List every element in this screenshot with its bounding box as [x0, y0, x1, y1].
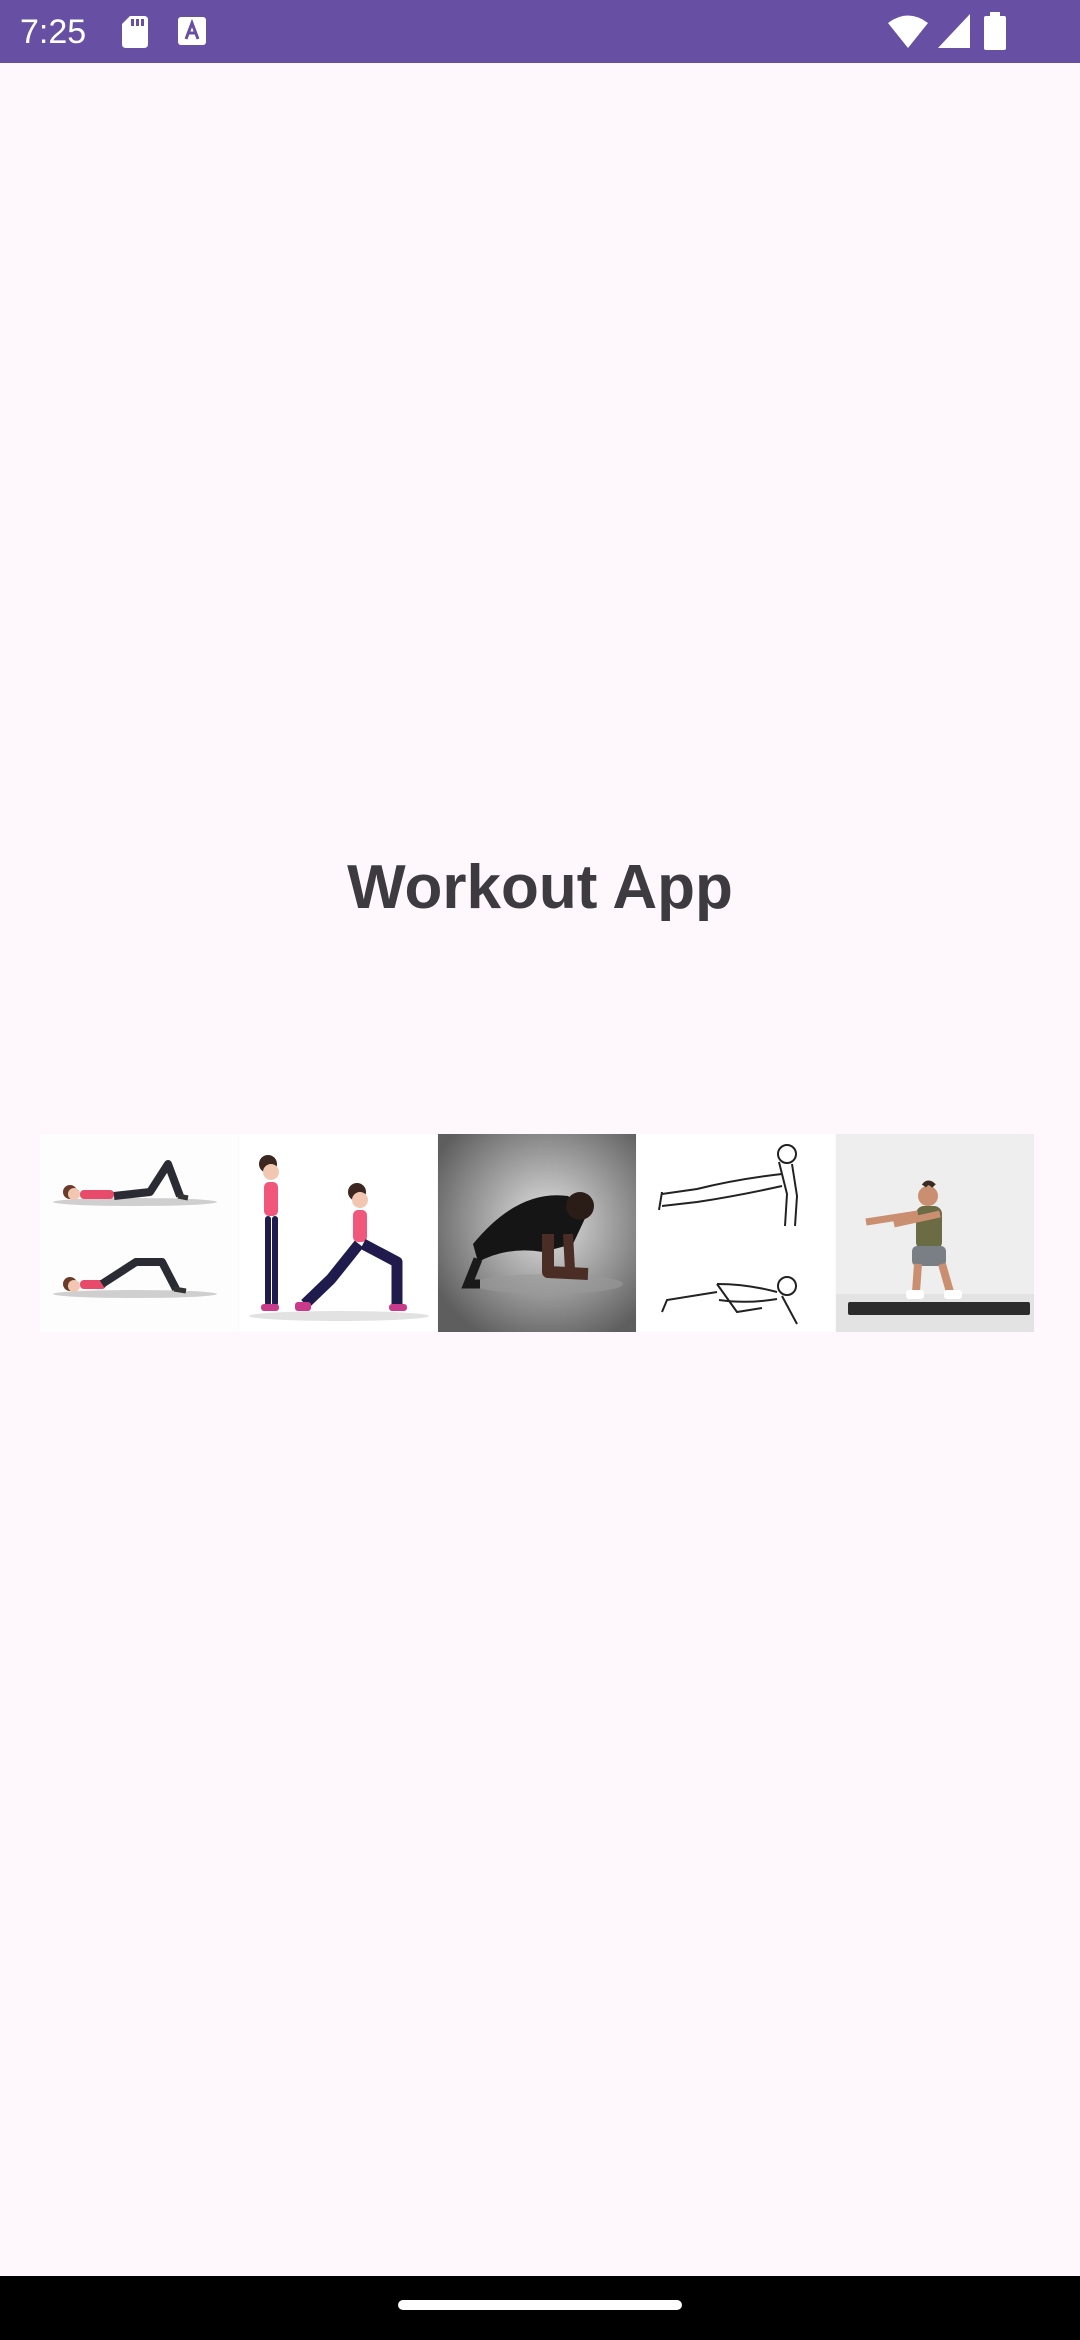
- home-gesture-handle[interactable]: [398, 2300, 682, 2310]
- sd-card-icon: [122, 16, 148, 48]
- exercise-image-strip: [40, 1134, 1038, 1332]
- squat-image[interactable]: [836, 1134, 1034, 1332]
- status-bar: 7:25: [0, 0, 1080, 63]
- plank-image[interactable]: [438, 1134, 636, 1332]
- glute-bridge-image[interactable]: [40, 1134, 238, 1332]
- status-time: 7:25: [20, 13, 87, 51]
- text-a-icon: [178, 17, 206, 45]
- wifi-icon: [888, 15, 928, 48]
- lunge-image[interactable]: [239, 1134, 437, 1332]
- pushup-image[interactable]: [637, 1134, 835, 1332]
- app-title: Workout App: [347, 853, 733, 922]
- battery-icon: [984, 12, 1006, 50]
- signal-icon: [938, 14, 970, 48]
